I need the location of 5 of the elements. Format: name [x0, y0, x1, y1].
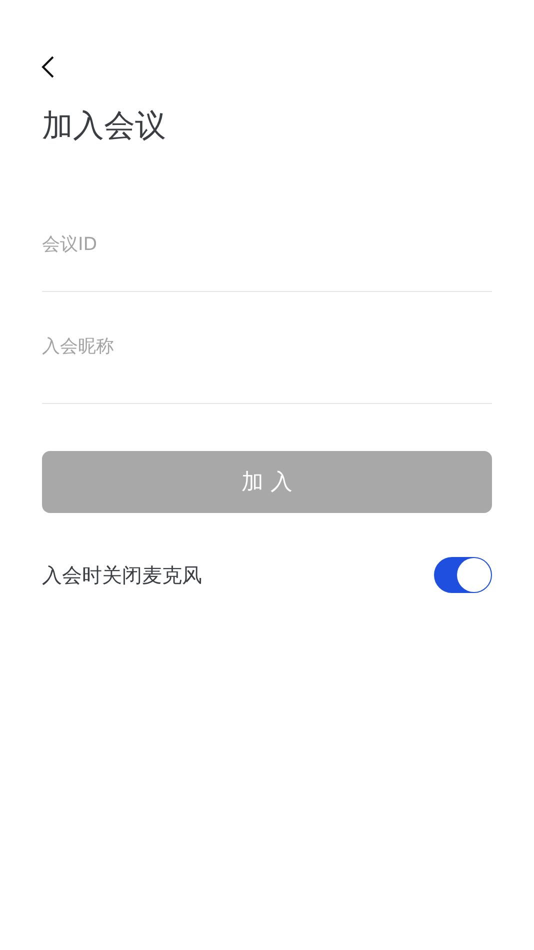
input-field[interactable]: 会议ID	[42, 216, 492, 292]
toggle-switch[interactable]	[434, 557, 492, 593]
input-field[interactable]: 入会昵称	[42, 310, 492, 404]
page-title: 加入会议	[42, 107, 167, 146]
setting-label: 入会时关闭麦克风	[42, 562, 202, 588]
